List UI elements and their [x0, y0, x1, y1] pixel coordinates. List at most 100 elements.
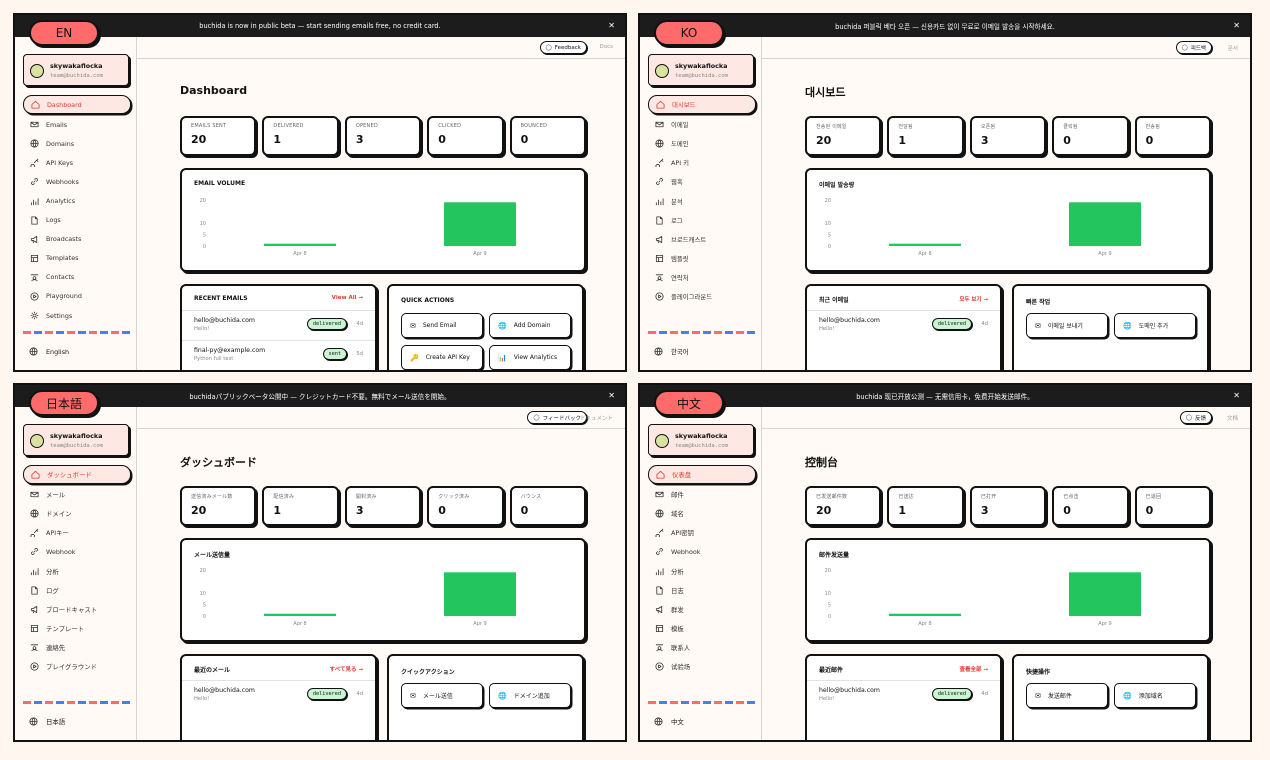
sidebar-item-2[interactable]: 이메일: [648, 115, 756, 134]
quick-action-button[interactable]: 🌐 Add Domain: [489, 313, 571, 338]
quick-action-button[interactable]: ✉ 이메일 보내기: [1026, 313, 1108, 338]
sidebar-item-4[interactable]: API Keys: [23, 153, 131, 172]
quick-action-button[interactable]: ✉ メール送信: [401, 683, 483, 708]
sidebar-item-8[interactable]: ブロードキャスト: [23, 600, 131, 619]
sidebar-item-label: Webhook: [671, 547, 701, 556]
sidebar-item-label: Logs: [46, 216, 61, 225]
sidebar-item-12[interactable]: Settings: [23, 306, 131, 325]
view-all-link[interactable]: 查看全部 →: [959, 665, 988, 673]
sidebar-item-3[interactable]: 域名: [648, 504, 756, 523]
email-row[interactable]: final-py@example.com Python full test sent…: [182, 340, 375, 368]
sidebar-item-3[interactable]: Domains: [23, 134, 131, 153]
email-row[interactable]: hello@buchida.com Hello! delivered 4d: [807, 680, 1000, 708]
sidebar-item-1[interactable]: ダッシュボード: [23, 465, 131, 485]
sidebar-item-6[interactable]: 分析: [23, 561, 131, 580]
play-icon: [655, 662, 664, 671]
language-selector[interactable]: 日本語: [29, 717, 65, 726]
close-icon[interactable]: ✕: [1233, 391, 1240, 400]
quick-action-button[interactable]: 🌐 ドメイン追加: [489, 683, 571, 708]
email-row[interactable]: hello@buchida.com Hello! delivered 4d: [182, 680, 375, 708]
contacts-icon: [655, 644, 664, 652]
sidebar-item-5[interactable]: Webhooks: [23, 172, 131, 191]
email-row[interactable]: hello@buchida.com Hello! delivered 4d: [807, 310, 1000, 338]
sidebar-item-7[interactable]: ログ: [23, 581, 131, 600]
quick-action-button[interactable]: 🌐 도메인 추가: [1114, 313, 1196, 338]
close-icon[interactable]: ✕: [608, 391, 615, 400]
sidebar-item-2[interactable]: Emails: [23, 115, 131, 134]
sidebar-item-5[interactable]: Webhook: [648, 542, 756, 561]
close-icon[interactable]: ✕: [1233, 21, 1240, 30]
sidebar-item-8[interactable]: 브로드캐스트: [648, 230, 756, 249]
feedback-button[interactable]: ◯ Feedback: [539, 41, 587, 54]
user-email: team@buchida.com: [50, 73, 103, 79]
sidebar-item-10[interactable]: 연락처: [648, 268, 756, 287]
sidebar-item-2[interactable]: メール: [23, 485, 131, 504]
sidebar-item-4[interactable]: API 키: [648, 153, 756, 172]
sidebar-item-7[interactable]: Logs: [23, 211, 131, 230]
top-bar: ◯ フィードバック ドキュメント: [137, 407, 625, 429]
user-card[interactable]: skywakaflocka team@buchida.com: [648, 424, 754, 456]
user-card[interactable]: skywakaflocka team@buchida.com: [23, 54, 129, 86]
sidebar-item-4[interactable]: API密钥: [648, 523, 756, 542]
sidebar-item-5[interactable]: Webhook: [23, 542, 131, 561]
language-selector[interactable]: 中文: [654, 717, 684, 726]
view-all-link[interactable]: View All →: [332, 295, 363, 301]
sidebar-item-7[interactable]: 日志: [648, 581, 756, 600]
sidebar-item-6[interactable]: 分析: [648, 561, 756, 580]
sidebar-item-8[interactable]: 群发: [648, 600, 756, 619]
quick-action-button[interactable]: 🌐 添加域名: [1114, 683, 1196, 708]
docs-link[interactable]: 文档: [1227, 414, 1238, 422]
sidebar-item-10[interactable]: Contacts: [23, 268, 131, 287]
stat-label: 오픈됨: [980, 124, 996, 130]
view-all-link[interactable]: 모두 보기 →: [959, 295, 988, 303]
sidebar-item-9[interactable]: 템플릿: [648, 249, 756, 268]
user-card[interactable]: skywakaflocka team@buchida.com: [648, 54, 754, 86]
sidebar-item-4[interactable]: APIキー: [23, 523, 131, 542]
status-badge: delivered: [931, 318, 972, 330]
sidebar-item-5[interactable]: 웹훅: [648, 172, 756, 191]
sidebar-item-7[interactable]: 로그: [648, 211, 756, 230]
language-selector[interactable]: English: [29, 347, 69, 356]
docs-link[interactable]: ドキュメント: [580, 414, 613, 422]
sidebar-item-11[interactable]: プレイグラウンド: [23, 657, 131, 676]
sidebar-item-11[interactable]: 试验场: [648, 657, 756, 676]
email-volume-card: 邮件发送量 0 5 10 20 Apr 8 Apr 9: [805, 538, 1211, 642]
sidebar-item-1[interactable]: 대시보드: [648, 95, 756, 115]
sidebar-item-10[interactable]: 联系人: [648, 638, 756, 657]
email-row[interactable]: hello@buchida.com Hello! delivered 4d: [182, 310, 375, 338]
sidebar-item-8[interactable]: Broadcasts: [23, 230, 131, 249]
language-selector[interactable]: 한국어: [654, 347, 689, 356]
sidebar-item-2[interactable]: 邮件: [648, 485, 756, 504]
sidebar-item-3[interactable]: ドメイン: [23, 504, 131, 523]
sidebar-nav: ダッシュボード メール ドメイン APIキー Webhook 分析 ログ ブロードキャスト テン…: [23, 465, 131, 676]
sidebar-item-11[interactable]: 플레이그라운드: [648, 287, 756, 306]
feedback-button[interactable]: ◯ フィードバック: [527, 411, 587, 424]
quick-action-button[interactable]: ✉ 发送邮件: [1026, 683, 1108, 708]
sidebar-item-6[interactable]: Analytics: [23, 191, 131, 210]
docs-link[interactable]: Docs: [600, 44, 614, 50]
close-icon[interactable]: ✕: [608, 21, 615, 30]
view-all-link[interactable]: すべて見る →: [330, 665, 363, 673]
sidebar-item-9[interactable]: 模板: [648, 619, 756, 638]
sidebar-item-3[interactable]: 도메인: [648, 134, 756, 153]
quick-action-button[interactable]: 🔑 Create API Key: [401, 345, 483, 370]
quick-action-button[interactable]: 📊 View Analytics: [489, 345, 571, 370]
quick-action-button[interactable]: ✉ Send Email: [401, 313, 483, 338]
feedback-button[interactable]: ◯ 反馈: [1179, 411, 1212, 424]
sidebar-item-1[interactable]: Dashboard: [23, 95, 131, 115]
sidebar-item-11[interactable]: Playground: [23, 287, 131, 306]
sidebar-item-6[interactable]: 분석: [648, 191, 756, 210]
docs-link[interactable]: 문서: [1228, 44, 1238, 52]
sidebar-item-9[interactable]: Templates: [23, 249, 131, 268]
email-subject: Hello!: [819, 696, 835, 702]
email-age: 4d: [981, 321, 988, 327]
top-bar: ◯ Feedback Docs: [137, 37, 625, 59]
stat-card: 전달됨 1: [887, 116, 964, 156]
user-card[interactable]: skywakaflocka team@buchida.com: [23, 424, 129, 456]
sidebar-item-10[interactable]: 連絡先: [23, 638, 131, 657]
sidebar-item-9[interactable]: テンプレート: [23, 619, 131, 638]
user-name: skywakaflocka: [50, 432, 103, 440]
sidebar-item-1[interactable]: 仪表盘: [648, 465, 756, 485]
feedback-button[interactable]: ◯ 피드백: [1175, 41, 1212, 54]
quick-action-label: Send Email: [422, 322, 457, 329]
